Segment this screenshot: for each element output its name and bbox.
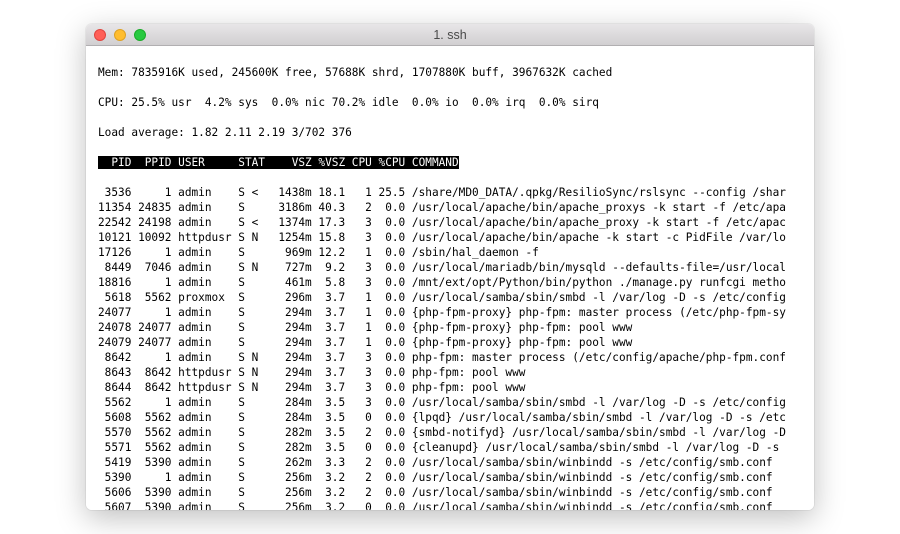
process-row[interactable]: 24078 24077 admin S 294m 3.7 1 0.0 {php-… bbox=[98, 320, 814, 335]
process-row[interactable]: 22542 24198 admin S < 1374m 17.3 3 0.0 /… bbox=[98, 215, 814, 230]
terminal-content[interactable]: Mem: 7835916K used, 245600K free, 57688K… bbox=[86, 46, 814, 510]
window-title: 1. ssh bbox=[86, 28, 814, 42]
process-row[interactable]: 8643 8642 httpdusr S N 294m 3.7 3 0.0 ph… bbox=[98, 365, 814, 380]
minimize-icon[interactable] bbox=[114, 29, 126, 41]
process-row[interactable]: 5390 1 admin S 256m 3.2 2 0.0 /usr/local… bbox=[98, 470, 814, 485]
process-row[interactable]: 8449 7046 admin S N 727m 9.2 3 0.0 /usr/… bbox=[98, 260, 814, 275]
process-row[interactable]: 8644 8642 httpdusr S N 294m 3.7 3 0.0 ph… bbox=[98, 380, 814, 395]
process-row[interactable]: 17126 1 admin S 969m 12.2 1 0.0 /sbin/ha… bbox=[98, 245, 814, 260]
process-row[interactable]: 5571 5562 admin S 282m 3.5 0 0.0 {cleanu… bbox=[98, 440, 814, 455]
process-row[interactable]: 5562 1 admin S 284m 3.5 3 0.0 /usr/local… bbox=[98, 395, 814, 410]
process-row[interactable]: 5607 5390 admin S 256m 3.2 0 0.0 /usr/lo… bbox=[98, 500, 814, 510]
process-row[interactable]: 24079 24077 admin S 294m 3.7 1 0.0 {php-… bbox=[98, 335, 814, 350]
process-row[interactable]: 5419 5390 admin S 262m 3.3 2 0.0 /usr/lo… bbox=[98, 455, 814, 470]
process-row[interactable]: 5608 5562 admin S 284m 3.5 0 0.0 {lpqd} … bbox=[98, 410, 814, 425]
cpu-line: CPU: 25.5% usr 4.2% sys 0.0% nic 70.2% i… bbox=[98, 95, 814, 110]
process-row[interactable]: 5618 5562 proxmox S 296m 3.7 1 0.0 /usr/… bbox=[98, 290, 814, 305]
close-icon[interactable] bbox=[94, 29, 106, 41]
terminal-window: 1. ssh Mem: 7835916K used, 245600K free,… bbox=[86, 24, 814, 510]
load-line: Load average: 1.82 2.11 2.19 3/702 376 bbox=[98, 125, 814, 140]
process-row[interactable]: 18816 1 admin S 461m 5.8 3 0.0 /mnt/ext/… bbox=[98, 275, 814, 290]
process-row[interactable]: 3536 1 admin S < 1438m 18.1 1 25.5 /shar… bbox=[98, 185, 814, 200]
column-headers: PID PPID USER STAT VSZ %VSZ CPU %CPU COM… bbox=[98, 155, 814, 170]
process-row[interactable]: 24077 1 admin S 294m 3.7 1 0.0 {php-fpm-… bbox=[98, 305, 814, 320]
process-row[interactable]: 8642 1 admin S N 294m 3.7 3 0.0 php-fpm:… bbox=[98, 350, 814, 365]
process-row[interactable]: 11354 24835 admin S 3186m 40.3 2 0.0 /us… bbox=[98, 200, 814, 215]
traffic-lights bbox=[94, 29, 146, 41]
mem-line: Mem: 7835916K used, 245600K free, 57688K… bbox=[98, 65, 814, 80]
process-row[interactable]: 10121 10092 httpdusr S N 1254m 15.8 3 0.… bbox=[98, 230, 814, 245]
maximize-icon[interactable] bbox=[134, 29, 146, 41]
process-row[interactable]: 5606 5390 admin S 256m 3.2 2 0.0 /usr/lo… bbox=[98, 485, 814, 500]
titlebar[interactable]: 1. ssh bbox=[86, 24, 814, 46]
process-row[interactable]: 5570 5562 admin S 282m 3.5 2 0.0 {smbd-n… bbox=[98, 425, 814, 440]
